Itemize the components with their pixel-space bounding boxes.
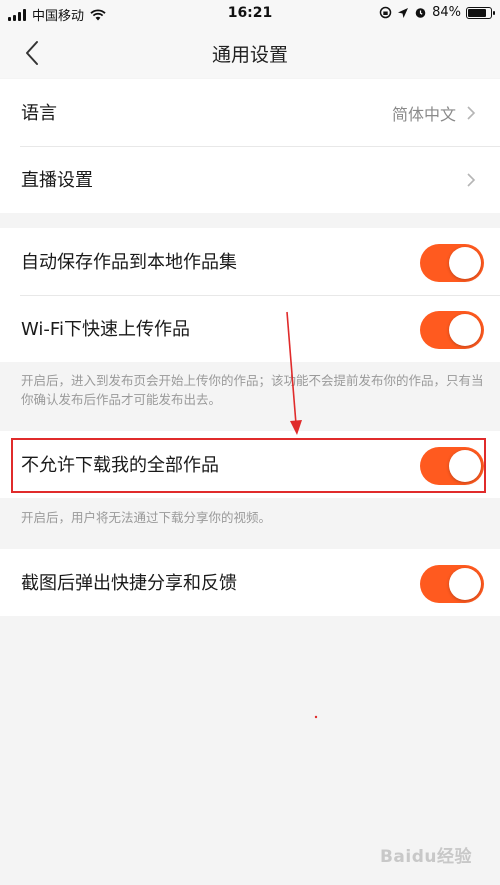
rotation-lock-icon (379, 6, 392, 19)
screenshot-share-toggle[interactable] (420, 565, 484, 603)
settings-group-general: 语言 简体中文 直播设置 (0, 79, 500, 213)
nav-bar: 通用设置 (0, 28, 500, 78)
page-title: 通用设置 (211, 44, 288, 66)
settings-group-feedback: 截图后弹出快捷分享和反馈 (0, 549, 500, 616)
status-bar: 中国移动 16:21 84% (0, 0, 500, 28)
auto-save-label: 自动保存作品到本地作品集 (21, 252, 237, 273)
toggle-knob (449, 247, 481, 279)
language-value: 简体中文 (391, 105, 456, 124)
wifi-upload-row: Wi-Fi下快速上传作品 (0, 295, 500, 362)
live-settings-row[interactable]: 直播设置 (0, 146, 500, 213)
live-settings-label: 直播设置 (21, 170, 93, 191)
upload-note: 开启后，进入到发布页会开始上传你的作品；该功能不会提前发布你的作品，只有当你确认… (21, 373, 484, 407)
language-label: 语言 (21, 103, 57, 124)
download-note: 开启后，用户将无法通过下载分享你的视频。 (21, 510, 272, 525)
screenshot-share-label: 截图后弹出快捷分享和反馈 (21, 573, 237, 594)
screenshot-share-row: 截图后弹出快捷分享和反馈 (0, 549, 500, 616)
wifi-upload-label: Wi-Fi下快速上传作品 (21, 319, 190, 340)
auto-save-row: 自动保存作品到本地作品集 (0, 228, 500, 295)
chevron-right-icon (467, 106, 476, 120)
settings-group-download: 不允许下载我的全部作品 (0, 431, 500, 498)
chevron-right-icon (467, 173, 476, 187)
status-right: 84% (379, 5, 495, 20)
language-row[interactable]: 语言 简体中文 (0, 79, 500, 146)
toggle-knob (449, 568, 481, 600)
battery-percent: 84% (432, 5, 461, 20)
auto-save-toggle[interactable] (420, 244, 484, 282)
toggle-knob (449, 314, 481, 346)
no-download-row: 不允许下载我的全部作品 (0, 431, 500, 498)
wifi-upload-toggle[interactable] (420, 311, 484, 349)
watermark: Baidu经验 (379, 847, 472, 867)
battery-fill (468, 8, 486, 17)
location-icon (398, 7, 409, 18)
settings-group-upload: 自动保存作品到本地作品集 Wi-Fi下快速上传作品 (0, 228, 500, 362)
no-download-toggle[interactable] (420, 447, 484, 485)
alarm-icon (415, 8, 426, 18)
toggle-knob (449, 450, 481, 482)
battery-icon (466, 6, 495, 19)
no-download-label: 不允许下载我的全部作品 (21, 455, 219, 476)
